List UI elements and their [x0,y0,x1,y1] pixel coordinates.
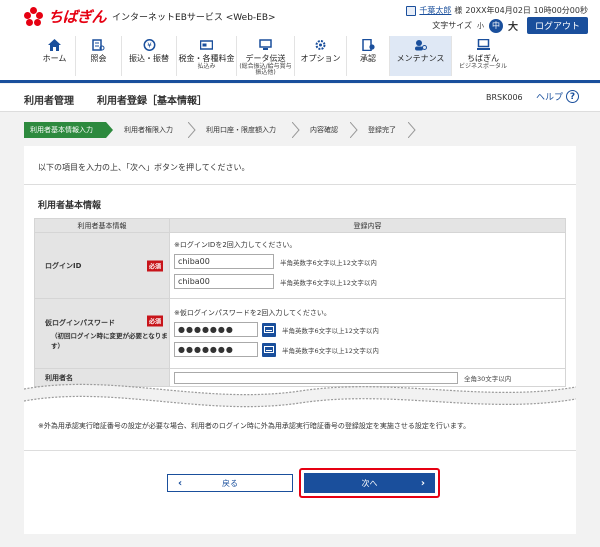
option-icon [314,39,327,51]
service-name: インターネットEBサービス <Web-EB> [112,13,276,23]
password-confirm-hint: 半角英数字6文字以上12文字以内 [282,346,379,355]
login-datetime: 20XX年04月02日 10時00分00秒 [465,6,588,15]
breadcrumb-section: 利用者管理 [24,96,74,107]
screen-id: BRSK006 [486,93,523,102]
table-header-content: 登録内容 [169,218,566,233]
chevron-left-icon: ‹ [178,477,183,489]
brand-name: ちばぎん [48,8,107,26]
password-sublabel: （初回ログイン時に変更が必要となります） [51,331,168,350]
nav-option[interactable]: オプション [295,36,347,76]
step-2: 利用者権限入力 [124,126,173,134]
user-info: 千葉太郎 様 20XX年04月02日 10時00分00秒 [406,5,588,16]
nav-transfer[interactable]: ¥ 振込・振替 [122,36,177,76]
login-id-cell: ※ログインIDを2回入力してください。 chiba00 半角英数字6文字以上12… [169,232,566,299]
user-icon [406,5,417,16]
nav-home[interactable]: ホーム [34,36,76,76]
step-arrow-icon [292,122,300,138]
help-link[interactable]: ヘルプ ? [536,90,580,103]
nav-tax-payment[interactable]: 税金・各種料金 払込み [177,36,237,76]
software-keyboard-button[interactable] [262,342,276,357]
data-transmission-icon [259,39,272,51]
divider [24,450,576,451]
password-cell: ※仮ログインパスワードを2回入力してください。 ●●●●●●● 半角英数字6文字… [169,298,566,369]
row-label-login-id: ログインID 必須 [34,232,170,299]
required-badge: 必須 [146,260,163,271]
business-portal-icon [476,39,490,51]
password-note: ※仮ログインパスワードを2回入力してください。 [174,309,331,317]
step-1: 利用者基本情報入力 [24,122,106,138]
password-input[interactable]: ●●●●●●● [174,322,258,337]
help-icon: ? [566,90,580,103]
form-card: 以下の項目を入力の上、「次へ」ボタンを押してください。 利用者基本情報 利用者基… [24,146,576,534]
divider [24,184,576,185]
software-keyboard-button[interactable] [262,322,276,337]
step-arrow-icon [408,122,416,138]
nav-data-transmission[interactable]: データ伝送 (総合振込/給与賞与振込他) [237,36,295,76]
keyboard-icon [264,326,274,333]
transfer-icon: ¥ [143,39,156,51]
next-button[interactable]: 次へ › [304,473,435,493]
row-label-password: 仮ログインパスワード （初回ログイン時に変更が必要となります） 必須 [34,298,170,369]
next-button-highlight: 次へ › [299,468,440,498]
step-arrow-icon [106,122,113,138]
font-small-button[interactable]: 小 [477,21,484,31]
table-header-item: 利用者基本情報 [34,218,170,233]
tax-payment-icon [200,39,213,51]
maintenance-icon [414,39,427,51]
chibagin-logo-icon [24,6,44,27]
header: ちばぎん インターネットEBサービス <Web-EB> 千葉太郎 様 20XX年… [0,0,600,83]
brand-logo[interactable]: ちばぎん インターネットEBサービス <Web-EB> [24,6,276,27]
header-divider [0,80,600,83]
step-indicator: 利用者基本情報入力 利用者権限入力 利用口座・限度額入力 内容確認 登録完了 [24,122,416,138]
password-confirm-input[interactable]: ●●●●●●● [174,342,258,357]
login-id-confirm-hint: 半角英数字6文字以上12文字以内 [280,278,377,287]
forex-pin-note: ※外為用承認実行暗証番号の設定が必要な場合、利用者のログイン時に外為用承認実行暗… [38,422,471,430]
section-title: 利用者基本情報 [38,201,102,211]
svg-text:¥: ¥ [147,42,152,50]
step-3: 利用口座・限度額入力 [206,126,276,134]
logout-button[interactable]: ログアウト [526,17,588,34]
inquiry-icon [92,39,105,51]
page-title-bar: 利用者管理 利用者登録［基本情報］ BRSK006 ヘルプ ? [0,84,600,112]
approval-icon [361,39,375,51]
back-button[interactable]: ‹ 戻る [167,474,293,492]
nav-inquiry[interactable]: 照会 [76,36,122,76]
user-suffix: 様 [454,6,463,15]
user-info-table: 利用者基本情報 登録内容 ログインID 必須 ※ログインIDを2回入力してくださ… [34,218,566,387]
font-size-label: 文字サイズ [432,21,472,30]
step-arrow-icon [350,122,358,138]
step-4: 内容確認 [310,126,338,134]
page-title: 利用者登録［基本情報］ [97,96,207,107]
home-icon [48,39,61,51]
keyboard-icon [264,346,274,353]
global-nav: ホーム 照会 ¥ 振込・振替 税金・各種料金 払込み データ伝送 (総合振込/給… [34,36,514,76]
nav-approval[interactable]: 承認 [347,36,390,76]
intro-text: 以下の項目を入力の上、「次へ」ボタンを押してください。 [38,163,250,172]
content-cut-wave [24,383,576,419]
font-size-switcher: 文字サイズ 小 中 大 ログアウト [432,17,588,34]
login-id-note: ※ログインIDを2回入力してください。 [174,241,297,249]
user-name-link[interactable]: 千葉太郎 [419,5,451,16]
required-badge: 必須 [146,315,163,327]
font-medium-button[interactable]: 中 [488,18,503,33]
login-id-confirm-input[interactable]: chiba00 [174,274,274,289]
nav-business-portal[interactable]: ちばぎん ビジネスポータル [452,36,514,76]
step-arrow-icon [188,122,196,138]
step-5: 登録完了 [368,126,396,134]
font-large-button[interactable]: 大 [508,18,518,33]
nav-maintenance[interactable]: メンテナンス [390,36,452,76]
login-id-hint: 半角英数字6文字以上12文字以内 [280,258,377,267]
password-hint: 半角英数字6文字以上12文字以内 [282,326,379,335]
chevron-right-icon: › [420,477,425,489]
login-id-input[interactable]: chiba00 [174,254,274,269]
